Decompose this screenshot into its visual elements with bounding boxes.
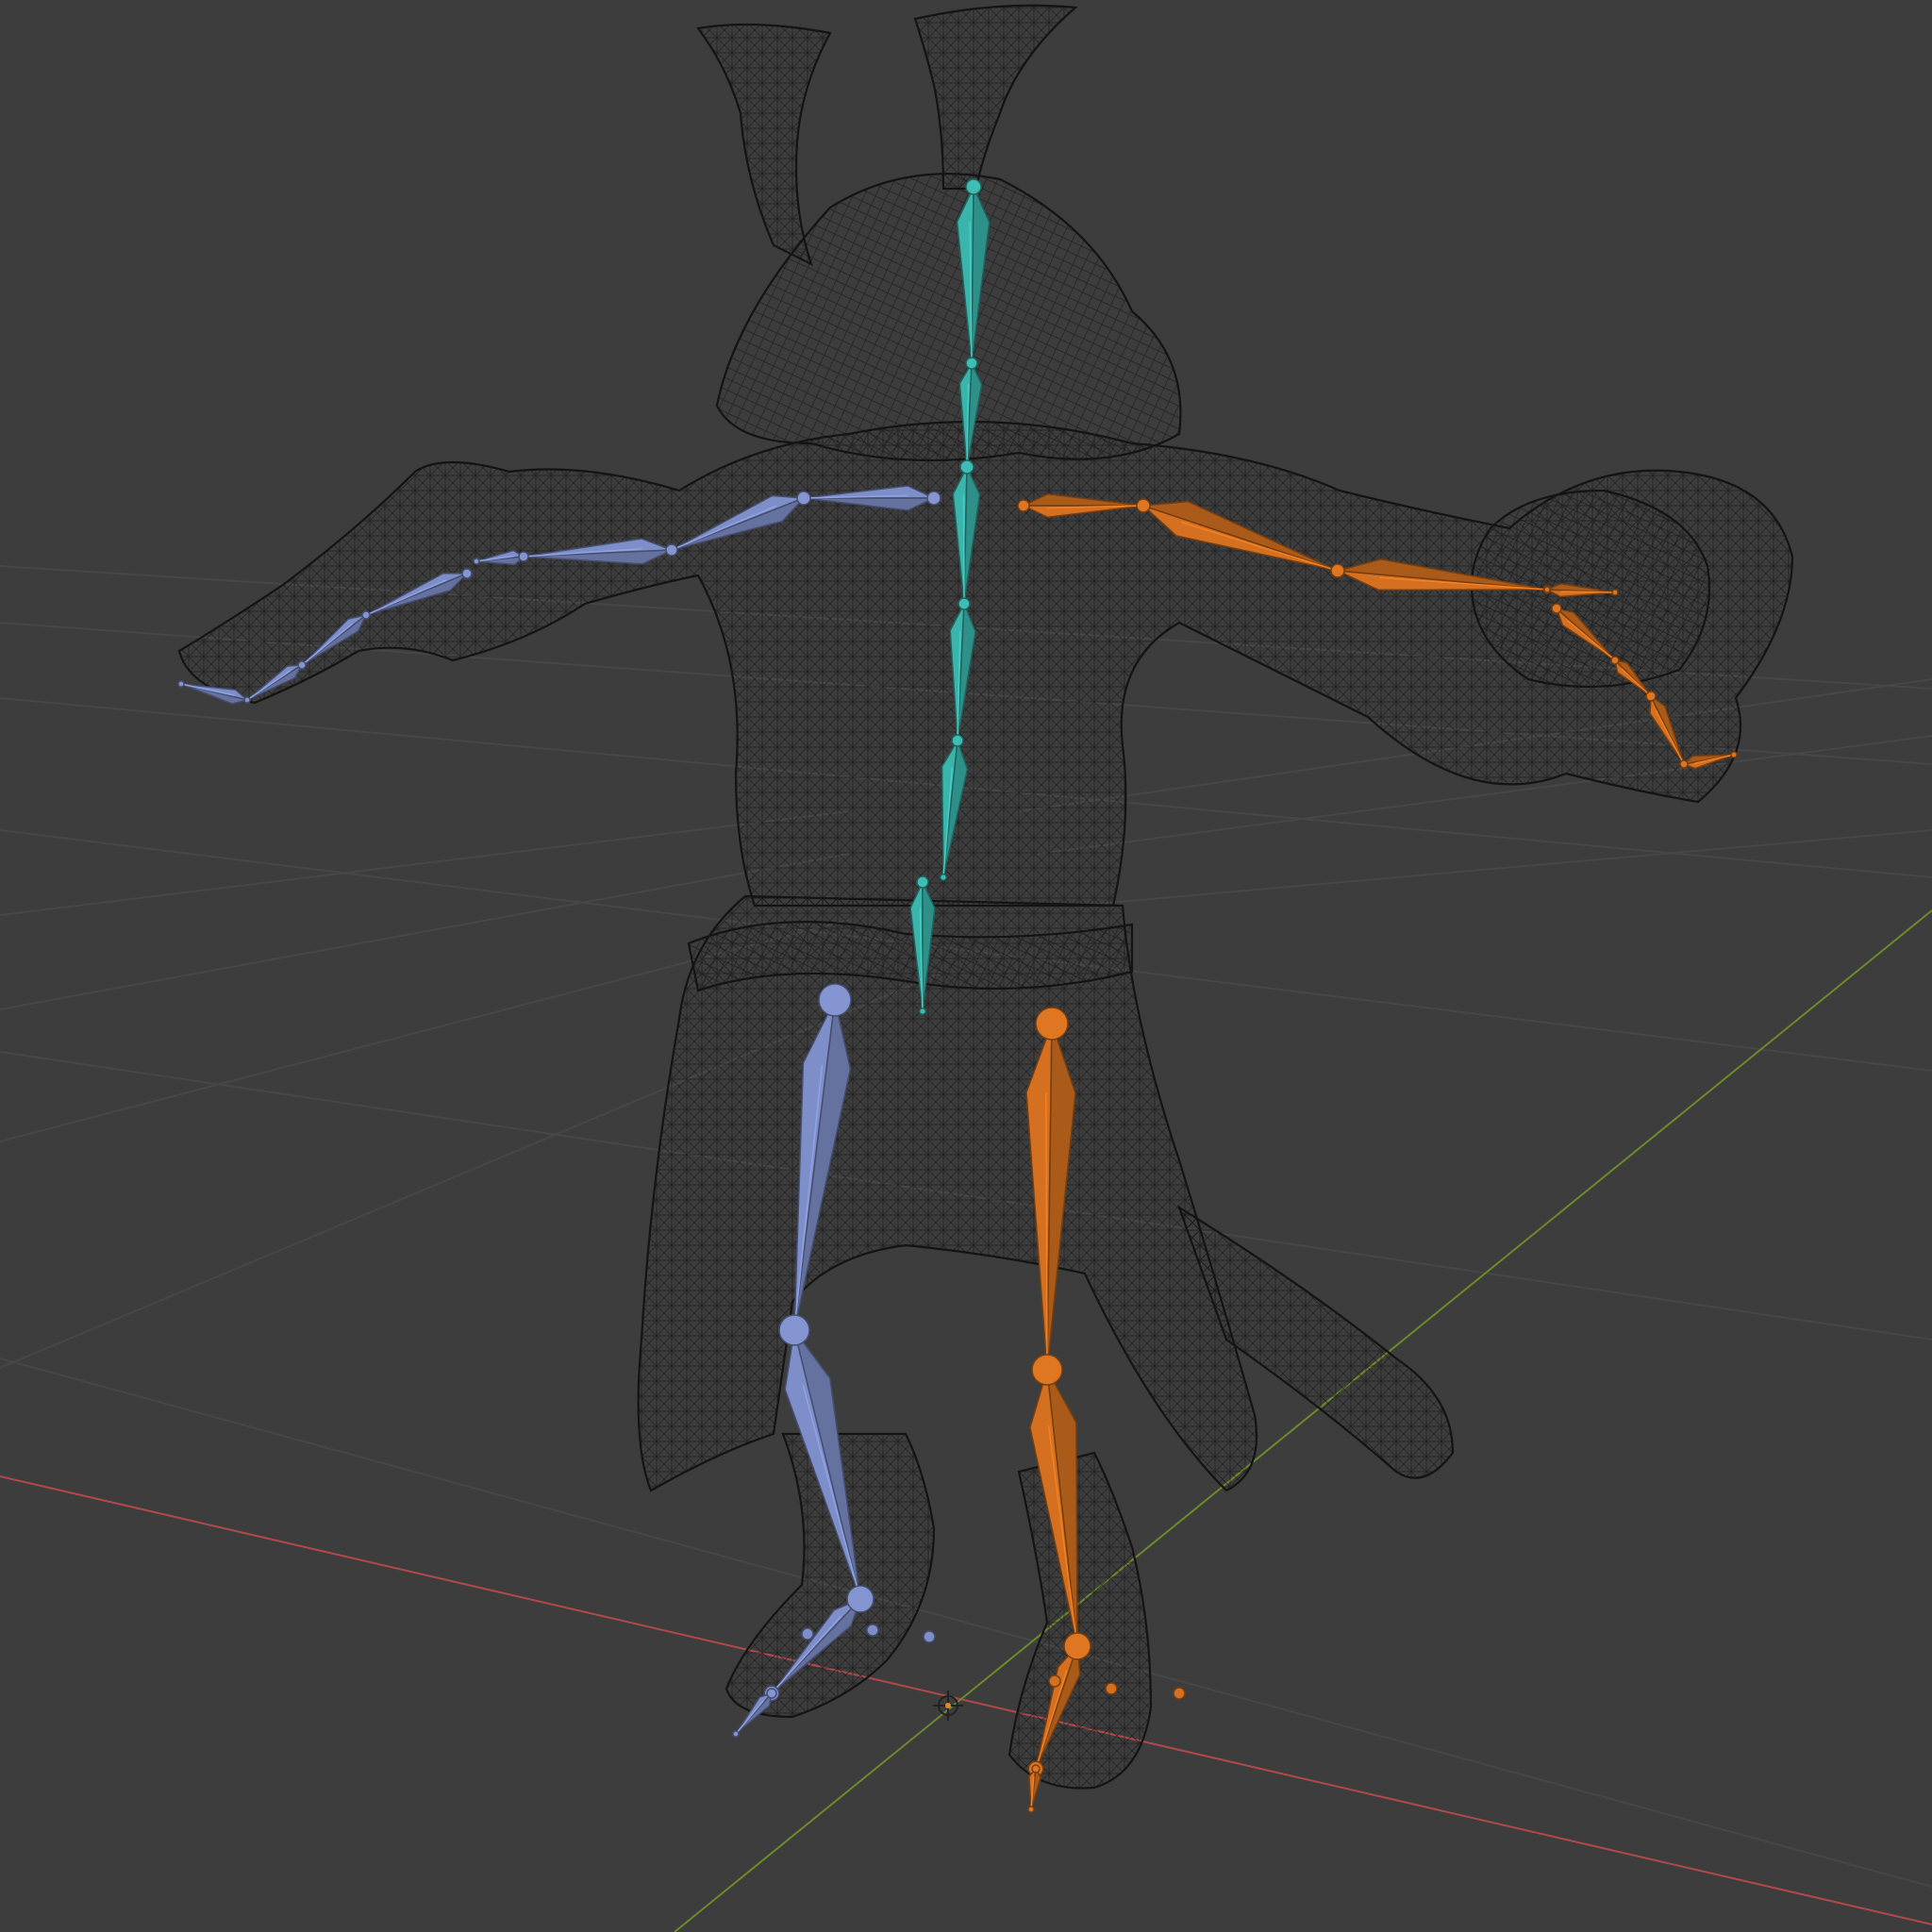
- character-mesh-wireframe[interactable]: [177, 4, 1794, 1790]
- toe-bone-3[interactable]: [801, 1627, 814, 1641]
- bone-head-joint[interactable]: [766, 1688, 777, 1699]
- bone-tail-joint[interactable]: [177, 680, 185, 688]
- bone-head-joint[interactable]: [951, 734, 964, 747]
- toe-bone-0[interactable]: [1048, 1674, 1061, 1688]
- bone-tail-joint[interactable]: [732, 1730, 740, 1738]
- bone-head-joint[interactable]: [361, 610, 371, 620]
- bone-head-joint[interactable]: [1031, 1764, 1041, 1774]
- bone-head-joint[interactable]: [818, 983, 852, 1017]
- bone-head-joint[interactable]: [1610, 656, 1620, 665]
- toe-bone-2[interactable]: [1173, 1687, 1186, 1700]
- bone-tail-joint[interactable]: [1027, 1806, 1035, 1813]
- bone-tail-joint[interactable]: [1611, 589, 1619, 596]
- bone-head-joint[interactable]: [846, 1585, 874, 1613]
- bone-head-joint[interactable]: [916, 875, 929, 889]
- bone-head-joint[interactable]: [665, 543, 678, 557]
- bone-head-joint[interactable]: [518, 551, 529, 562]
- bone-head-joint[interactable]: [1031, 1354, 1063, 1386]
- bone-head-joint[interactable]: [1543, 586, 1551, 593]
- x-axis-line: [0, 1475, 1932, 1925]
- bone-head-joint[interactable]: [1063, 1632, 1091, 1660]
- toe-bone-5[interactable]: [923, 1630, 936, 1643]
- bone-head-joint[interactable]: [297, 660, 307, 670]
- bone-head-joint[interactable]: [965, 357, 978, 370]
- bone-head-joint[interactable]: [1679, 759, 1689, 769]
- bone-head-joint[interactable]: [778, 1314, 810, 1346]
- bone-head-joint[interactable]: [926, 491, 941, 506]
- bone-head-joint[interactable]: [243, 696, 251, 704]
- toe-bone-1[interactable]: [1105, 1682, 1118, 1695]
- bone-tail-joint[interactable]: [939, 873, 948, 882]
- bone-head-joint[interactable]: [958, 597, 971, 610]
- bone-tail-joint[interactable]: [473, 558, 480, 565]
- toe-bone-4[interactable]: [866, 1624, 879, 1637]
- bone-head-joint[interactable]: [1136, 498, 1151, 513]
- bone-tail-joint[interactable]: [1730, 751, 1738, 758]
- bone-head-joint[interactable]: [1551, 603, 1562, 614]
- origin-crosshair-icon[interactable]: [933, 1690, 963, 1721]
- bone-head-joint[interactable]: [1035, 1007, 1069, 1041]
- bone-head-joint[interactable]: [1017, 499, 1030, 512]
- bone-head-joint[interactable]: [1645, 691, 1657, 702]
- bone-head-joint[interactable]: [959, 459, 974, 475]
- bone-head-joint[interactable]: [461, 568, 473, 579]
- bone-head-joint[interactable]: [965, 178, 982, 195]
- bone-tail-joint[interactable]: [918, 1007, 927, 1016]
- bone-head-joint[interactable]: [1330, 563, 1345, 578]
- bone-head-joint[interactable]: [796, 491, 811, 506]
- 3d-viewport[interactable]: [0, 0, 1932, 1932]
